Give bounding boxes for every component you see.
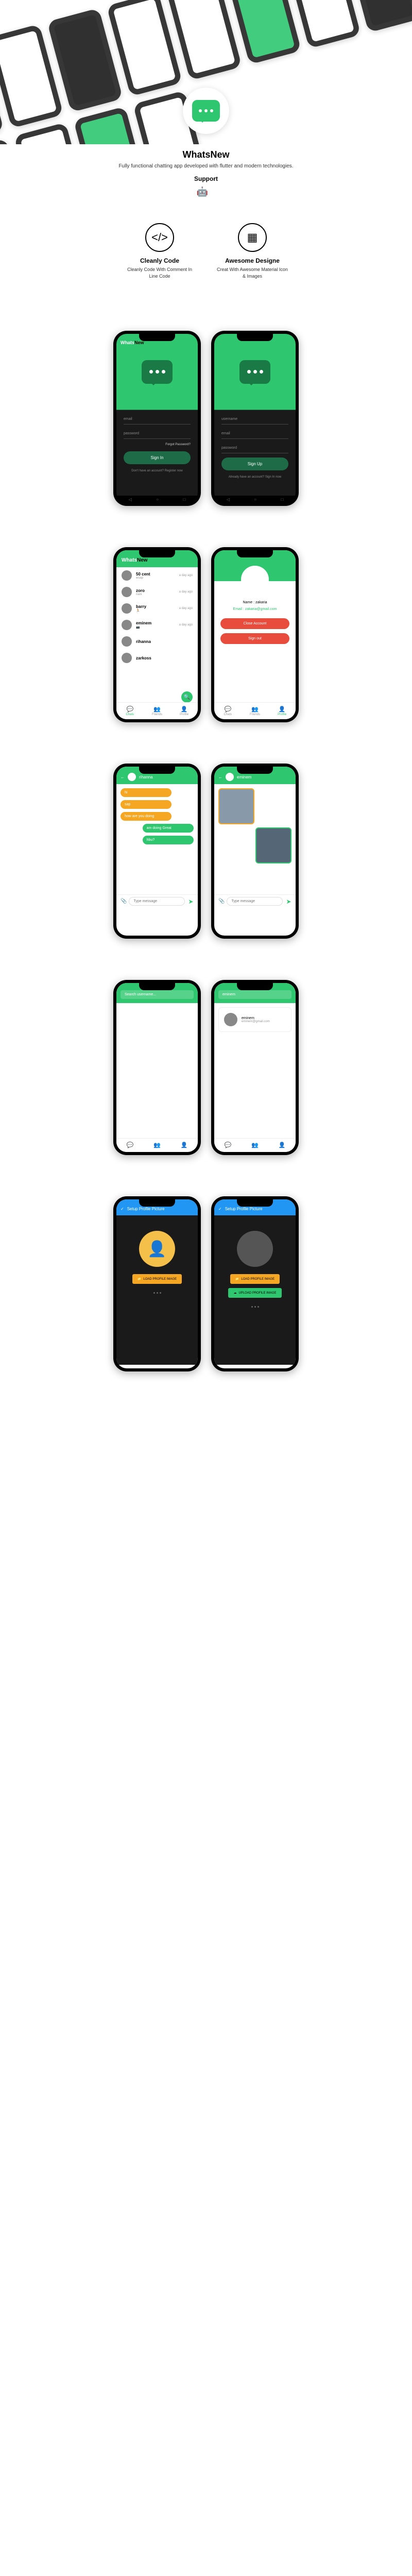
feature-desc: Cleanly Code With Comment In Line Code [124, 266, 196, 279]
feature-desc: Creat With Awesome Material Icon & Image… [216, 266, 288, 279]
phone-search-result: eminem eminememinem@gmail.com 💬 👥 👤 [211, 980, 299, 1155]
conv-name: eminem [237, 775, 251, 779]
phone-search-empty: Search username... 💬 👥 👤 [113, 980, 201, 1155]
default-avatar: 👤 [139, 1231, 175, 1267]
message-input[interactable] [129, 897, 185, 906]
nav-chats[interactable]: 💬 [214, 1142, 242, 1149]
phone-conv-text: ← rihanna hi sap how are you doing am doi… [113, 764, 201, 939]
load-image-button[interactable]: 📁LOAD PROFILE IMAGE [230, 1274, 280, 1284]
chat-item[interactable]: zarkoss [116, 650, 198, 666]
hero-section [0, 0, 412, 144]
msg-out: am doing Great [143, 824, 194, 833]
phone-signin: WhatsNew email password Forgot Password?… [113, 331, 201, 506]
close-account-button[interactable]: Close Account [220, 618, 289, 629]
email-field[interactable]: email [124, 414, 191, 425]
phone-chatlist: WhatsNew 50 centwsapa day ago zoronania … [113, 547, 201, 722]
email-field[interactable]: email [221, 429, 288, 439]
nav-profile[interactable]: 👤Profile [268, 706, 296, 716]
feature-title: Awesome Designe [216, 257, 288, 264]
register-link[interactable]: Don't have an account? Register now [124, 469, 191, 472]
upload-image-button[interactable]: ☁UPLOAD PROFILE IMAGE [228, 1288, 281, 1298]
loaded-avatar [237, 1231, 273, 1267]
profile-name: Name : zakaria [220, 601, 289, 604]
load-image-button[interactable]: 📁LOAD PROFILE IMAGE [132, 1274, 182, 1284]
support-label: Support [21, 175, 391, 182]
signup-button[interactable]: Sign Up [221, 457, 288, 470]
profile-email: Email : zakaria@gmail.com [220, 607, 289, 611]
attach-icon[interactable]: 📎 [118, 899, 129, 904]
nav-friends[interactable]: 👥 [144, 1142, 171, 1149]
back-icon[interactable]: ← [121, 775, 125, 779]
password-field[interactable]: password [221, 443, 288, 453]
intro-section: WhatsNew Fully functional chatting app d… [0, 144, 412, 208]
nav-chats[interactable]: 💬 [116, 1142, 144, 1149]
nav-profile[interactable]: 👤 [268, 1142, 296, 1149]
chat-item[interactable]: eminem📷a day ago [116, 617, 198, 633]
phone-setup-default: ✓Setup Profile Picture 👤 📁LOAD PROFILE I… [113, 1196, 201, 1371]
android-icon: 🤖 [197, 187, 208, 197]
phone-setup-loaded: ✓Setup Profile Picture 📁LOAD PROFILE IMA… [211, 1196, 299, 1371]
nav-profile[interactable]: 👤 [170, 1142, 198, 1149]
msg-in: hi [121, 788, 171, 797]
msg-in: sap [121, 800, 171, 809]
app-tagline: Fully functional chatting app developed … [21, 162, 391, 170]
app-logo [183, 88, 229, 134]
search-result-item[interactable]: eminememinem@gmail.com [218, 1007, 291, 1032]
phone-conv-photo: ← eminem 📎 ➤ [211, 764, 299, 939]
chat-item[interactable]: barry🏃a day ago [116, 600, 198, 617]
chat-item[interactable]: rihanna [116, 633, 198, 650]
message-input[interactable] [227, 897, 283, 906]
search-input[interactable]: eminem [218, 990, 291, 999]
nav-chats[interactable]: 💬Chats [116, 706, 144, 716]
send-icon[interactable]: ➤ [283, 898, 294, 905]
setup-title: Setup Profile Picture [127, 1207, 165, 1211]
check-icon[interactable]: ✓ [218, 1207, 222, 1211]
chat-item[interactable]: zoronania day ago [116, 584, 198, 600]
signin-button[interactable]: Sign In [124, 451, 191, 464]
back-icon[interactable]: ← [218, 775, 222, 779]
nav-friends[interactable]: 👥Friends [242, 706, 269, 716]
phone-signup: username email password Sign Up Already … [211, 331, 299, 506]
setup-title: Setup Profile Picture [225, 1207, 263, 1211]
phone-profile: Name : zakaria Email : zakaria@gmail.com… [211, 547, 299, 722]
attach-icon[interactable]: 📎 [216, 899, 227, 904]
check-icon[interactable]: ✓ [121, 1207, 124, 1211]
nav-profile[interactable]: 👤Profile [170, 706, 198, 716]
password-field[interactable]: password [124, 429, 191, 439]
photo-msg-in[interactable] [218, 788, 254, 824]
chat-item[interactable]: 50 centwsapa day ago [116, 567, 198, 584]
search-fab[interactable]: 🔍 [181, 691, 193, 703]
forgot-link[interactable]: Forgot Password? [124, 443, 191, 446]
code-icon: </> [145, 223, 174, 252]
username-field[interactable]: username [221, 414, 288, 425]
signin-link[interactable]: Already have an account? Sign In now [221, 476, 288, 479]
photo-msg-out[interactable] [255, 827, 291, 863]
features-row: </> Cleanly Code Cleanly Code With Comme… [0, 208, 412, 310]
msg-in: how are you doing [121, 812, 171, 821]
feature-title: Cleanly Code [124, 257, 196, 264]
nav-friends[interactable]: 👥Friends [144, 706, 171, 716]
design-icon: ▦ [238, 223, 267, 252]
send-icon[interactable]: ➤ [185, 898, 196, 905]
conv-name: rihanna [139, 775, 153, 779]
signout-button[interactable]: Sign out [220, 633, 289, 644]
nav-friends[interactable]: 👥 [242, 1142, 269, 1149]
app-name: WhatsNew [21, 149, 391, 160]
profile-avatar [241, 566, 269, 594]
nav-chats[interactable]: 💬Chats [214, 706, 242, 716]
search-input[interactable]: Search username... [121, 990, 194, 999]
msg-out: hbu? [143, 836, 194, 844]
